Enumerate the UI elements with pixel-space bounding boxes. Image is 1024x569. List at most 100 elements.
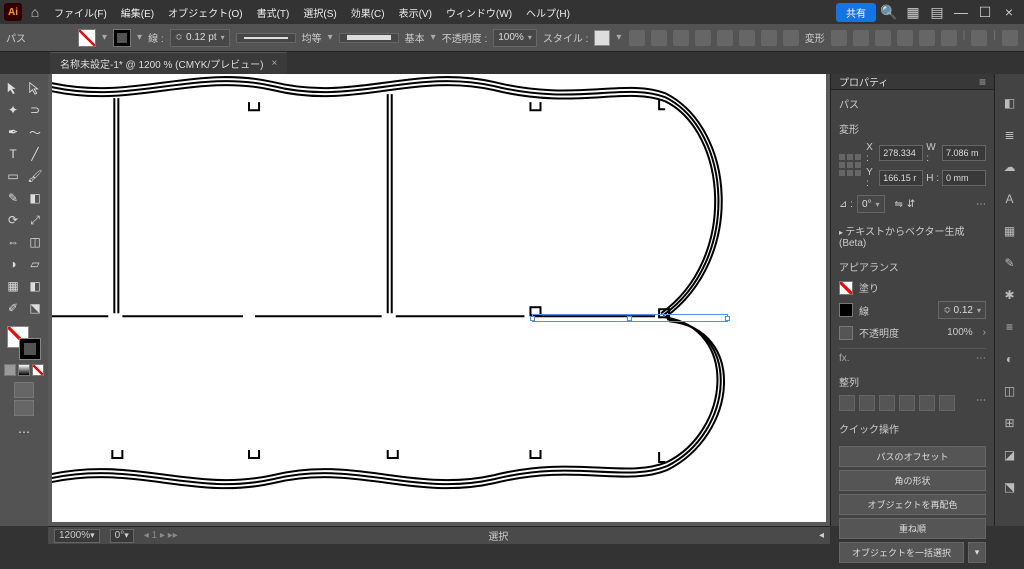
share-button[interactable]: 共有 (836, 3, 876, 22)
rail-layers-icon[interactable]: ≣ (1001, 126, 1019, 144)
edit-toolbar[interactable]: ⋯ (14, 422, 34, 442)
brush-tool[interactable]: 🖌 (25, 166, 45, 186)
arrange-icon[interactable]: ▦ (902, 1, 924, 23)
scroll-left[interactable]: ◂ (819, 530, 824, 541)
flip-v-icon[interactable]: ⇵ (907, 199, 915, 210)
angle-input[interactable]: 0° (857, 195, 885, 213)
blend-tool[interactable]: ⬔ (25, 298, 45, 318)
mesh-tool[interactable]: ▦ (3, 276, 23, 296)
stroke-w-field[interactable]: ≎0.12 (938, 301, 986, 319)
rail-swatches-icon[interactable]: ▦ (1001, 222, 1019, 240)
transform-label[interactable]: 変形 (805, 30, 825, 46)
align-top[interactable] (899, 395, 915, 411)
brush-def[interactable] (339, 33, 399, 43)
draw-mode-normal[interactable] (14, 382, 34, 398)
btn-corner[interactable]: 角の形状 (839, 470, 986, 491)
rect-tool[interactable]: ▭ (3, 166, 23, 186)
style-swatch[interactable] (594, 30, 610, 46)
width-tool[interactable]: ⇔ (3, 232, 23, 252)
color-mode-gradient[interactable] (18, 364, 30, 376)
tab-close-icon[interactable]: × (272, 58, 278, 69)
align-icon-1[interactable] (629, 30, 645, 46)
align-icon-9[interactable] (831, 30, 847, 46)
align-icon-4[interactable] (695, 30, 711, 46)
align-icon-5[interactable] (717, 30, 733, 46)
btn-offset[interactable]: パスのオフセット (839, 446, 986, 467)
w-input[interactable] (942, 145, 986, 161)
align-icon-12[interactable] (897, 30, 913, 46)
menu-help[interactable]: ヘルプ(H) (520, 2, 576, 23)
h-input[interactable] (942, 170, 986, 186)
btn-select-all-more[interactable]: ▾ (968, 542, 986, 563)
btn-select-all[interactable]: オブジェクトを一括選択 (839, 542, 964, 563)
lasso-tool[interactable]: ⊃ (25, 100, 45, 120)
menu-object[interactable]: オブジェクト(O) (162, 2, 248, 23)
align-icon-14[interactable] (941, 30, 957, 46)
stroke-profile[interactable] (236, 33, 296, 43)
flip-h-icon[interactable]: ⇋ (895, 199, 903, 210)
rotate-tool[interactable]: ⟳ (3, 210, 23, 230)
stroke-color[interactable] (839, 303, 853, 317)
opacity-input[interactable]: 100% (493, 29, 537, 47)
maximize-icon[interactable]: ☐ (974, 1, 996, 23)
align-icon-7[interactable] (761, 30, 777, 46)
line-tool[interactable]: ╱ (25, 144, 45, 164)
more-appearance[interactable]: ⋯ (976, 353, 986, 364)
rail-libraries-icon[interactable]: ☁ (1001, 158, 1019, 176)
rail-transparency-icon[interactable]: ◫ (1001, 382, 1019, 400)
shaper-tool[interactable]: ✎ (3, 188, 23, 208)
rail-color-icon[interactable]: A (1001, 190, 1019, 208)
align-icon-2[interactable] (651, 30, 667, 46)
menu-edit[interactable]: 編集(E) (115, 2, 160, 23)
menu-type[interactable]: 書式(T) (251, 2, 296, 23)
fill-stroke-indicator[interactable] (7, 326, 41, 360)
rail-transform-icon[interactable]: ⬔ (1001, 478, 1019, 496)
eraser-tool[interactable]: ◧ (25, 188, 45, 208)
selection-tool[interactable] (3, 78, 23, 98)
align-vcenter[interactable] (919, 395, 935, 411)
color-mode-none[interactable] (32, 364, 44, 376)
shape-builder-tool[interactable]: ◑ (3, 254, 23, 274)
reference-point[interactable] (839, 154, 862, 178)
menu-file[interactable]: ファイル(F) (48, 2, 113, 23)
stroke-swatch[interactable] (113, 29, 131, 47)
rail-pathfinder-icon[interactable]: ◪ (1001, 446, 1019, 464)
screen-mode[interactable] (14, 400, 34, 416)
rotate-field[interactable]: 0° ▾ (110, 529, 134, 543)
more-transform[interactable]: ⋯ (976, 199, 986, 210)
rail-properties-icon[interactable]: ◧ (1001, 94, 1019, 112)
curvature-tool[interactable]: 〜 (25, 122, 45, 142)
align-icon-13[interactable] (919, 30, 935, 46)
canvas[interactable] (52, 74, 826, 522)
close-icon[interactable]: × (998, 1, 1020, 23)
align-icon-11[interactable] (875, 30, 891, 46)
align-icon-10[interactable] (853, 30, 869, 46)
panel-menu-icon[interactable]: ≡ (979, 75, 986, 89)
menu-select[interactable]: 選択(S) (297, 2, 342, 23)
fill-color[interactable] (839, 281, 853, 295)
btn-arrange[interactable]: 重ね順 (839, 518, 986, 539)
opacity-swatch[interactable] (839, 326, 853, 340)
align-icon-3[interactable] (673, 30, 689, 46)
document-tab[interactable]: 名称未設定-1* @ 1200 % (CMYK/プレビュー) × (50, 52, 287, 74)
more-align[interactable]: ⋯ (976, 395, 986, 411)
expand-icon[interactable] (1002, 30, 1018, 46)
perspective-tool[interactable]: ▱ (25, 254, 45, 274)
wand-tool[interactable]: ✦ (3, 100, 23, 120)
scale-tool[interactable]: ⤢ (25, 210, 45, 230)
properties-tab[interactable]: プロパティ (839, 74, 888, 89)
color-mode-solid[interactable] (4, 364, 16, 376)
search-icon[interactable]: 🔍 (878, 1, 900, 23)
zoom-field[interactable]: 1200% ▾ (54, 529, 100, 543)
rail-align-icon[interactable]: ⊞ (1001, 414, 1019, 432)
align-icon-6[interactable] (739, 30, 755, 46)
type-tool[interactable]: T (3, 144, 23, 164)
menu-window[interactable]: ウィンドウ(W) (440, 2, 518, 23)
menu-effect[interactable]: 効果(C) (345, 2, 391, 23)
workspace-icon[interactable]: ▤ (926, 1, 948, 23)
align-left[interactable] (839, 395, 855, 411)
y-input[interactable] (879, 170, 923, 186)
pref-icon[interactable] (971, 30, 987, 46)
direct-select-tool[interactable] (25, 78, 45, 98)
minimize-icon[interactable]: — (950, 1, 972, 23)
